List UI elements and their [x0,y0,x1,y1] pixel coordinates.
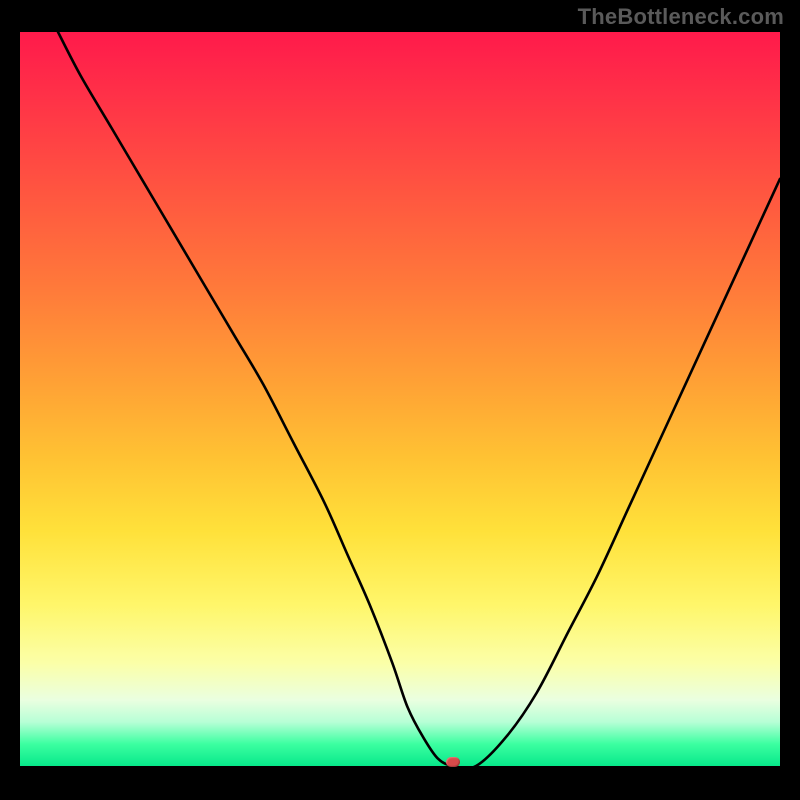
bottleneck-curve [58,32,780,768]
curve-layer [20,32,780,766]
chart-container: TheBottleneck.com [0,0,800,800]
watermark-text: TheBottleneck.com [578,4,784,30]
optimal-point-marker [446,757,460,767]
plot-area [20,32,780,766]
